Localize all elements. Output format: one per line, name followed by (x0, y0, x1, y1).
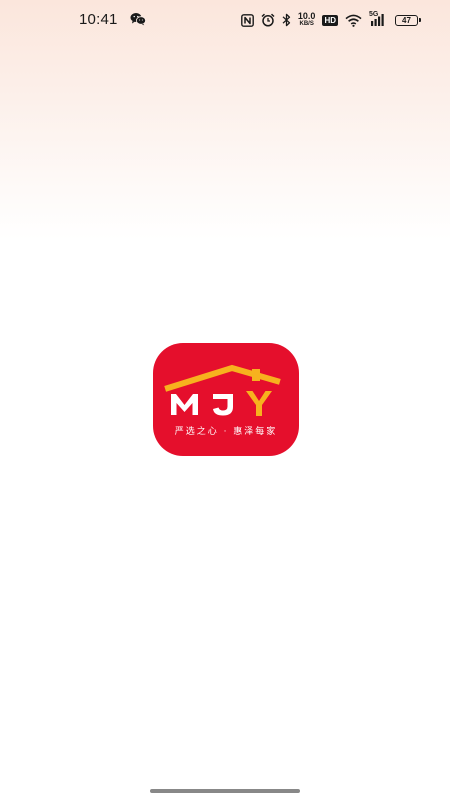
home-indicator[interactable] (150, 789, 300, 793)
logo-tagline: 严选之心 · 惠泽每家 (174, 427, 278, 437)
network-speed-value: 10.0 (297, 11, 316, 21)
logo-letter-m (171, 394, 198, 415)
logo-mark (164, 364, 281, 416)
status-time: 10:41 (79, 11, 118, 28)
hd-badge: HD (322, 14, 338, 26)
logo-letter-j (213, 394, 233, 416)
logo-chimney (252, 369, 260, 381)
network-speed: 10.0 KB/S (298, 12, 316, 28)
signal-label: 5G (369, 11, 379, 18)
app-logo: 严选之心 · 惠泽每家 (153, 343, 299, 456)
battery-icon: 47 (395, 14, 421, 26)
status-icons: 10.0 KB/S HD 5G 47 (241, 10, 421, 30)
status-bar: 10:41 10.0 KB/S HD 5G 47 (0, 0, 450, 40)
wechat-icon (130, 12, 146, 26)
alarm-icon (261, 13, 275, 27)
signal-icon: 5G (369, 11, 386, 27)
logo-letter-y (246, 391, 272, 416)
nfc-icon (241, 13, 254, 27)
battery-level: 47 (402, 15, 411, 25)
bluetooth-icon (282, 13, 291, 27)
wifi-icon (345, 14, 362, 27)
network-speed-unit: KB/S (299, 21, 314, 27)
logo-roof (164, 364, 281, 392)
